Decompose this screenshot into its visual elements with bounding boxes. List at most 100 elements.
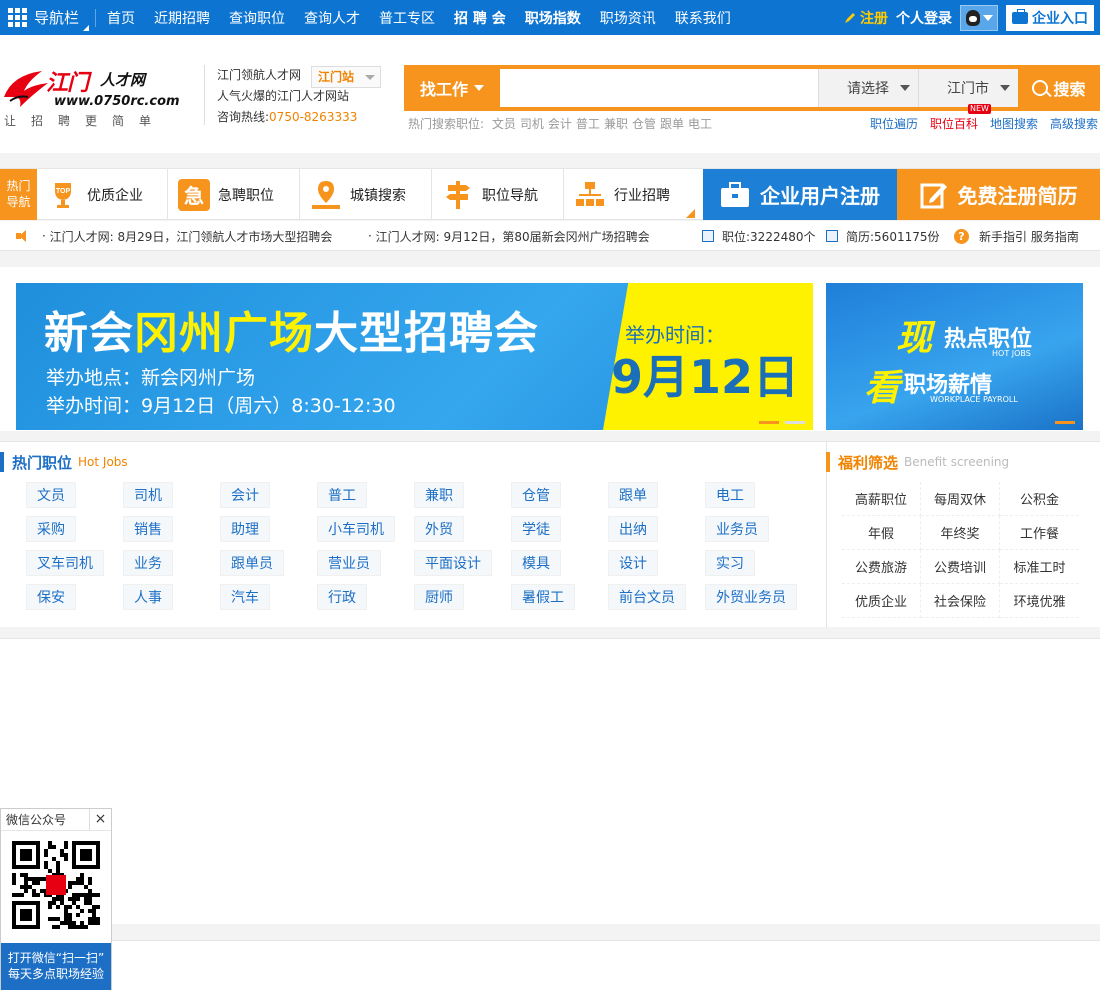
hot-job-tag[interactable]: 汽车: [220, 584, 270, 610]
hot-job-tag[interactable]: 兼职: [414, 482, 464, 508]
pager-dot[interactable]: [1055, 421, 1075, 424]
welfare-filter[interactable]: 公费培训: [921, 550, 1000, 584]
nav-link[interactable]: 职场资讯: [600, 8, 656, 28]
hot-job-tag[interactable]: 出纳: [608, 516, 658, 542]
enterprise-entry-button[interactable]: 企业入口: [1006, 4, 1094, 31]
hot-job-tag[interactable]: 业务: [123, 550, 173, 576]
notice-item-2[interactable]: · 江门人才网: 9月12日，第80届新会冈州广场招聘会: [368, 221, 650, 251]
welfare-filter[interactable]: 优质企业: [842, 584, 921, 618]
cat-industry-hiring[interactable]: 行业招聘: [564, 169, 703, 220]
qq-login-button[interactable]: [960, 4, 998, 31]
nav-link[interactable]: 查询职位: [229, 8, 285, 28]
hot-job-tag[interactable]: 外贸业务员: [705, 584, 797, 610]
hot-job-tag[interactable]: 实习: [705, 550, 755, 576]
hot-job-tag[interactable]: 厨师: [414, 584, 464, 610]
search-mode-select[interactable]: 找工作: [404, 65, 500, 111]
welfare-filter[interactable]: 高薪职位: [842, 482, 921, 516]
hot-job-tag[interactable]: 叉车司机: [26, 550, 104, 576]
search-quick-link[interactable]: 地图搜索: [990, 115, 1038, 132]
search-quick-link[interactable]: 高级搜索: [1050, 115, 1098, 132]
station-select[interactable]: 江门站: [311, 66, 381, 88]
hot-job-tag[interactable]: 电工: [705, 482, 755, 508]
register-link[interactable]: 注册: [843, 8, 888, 28]
hot-job-tag[interactable]: 仓管: [511, 482, 561, 508]
search-quick-link[interactable]: 职位百科 NEW: [930, 104, 991, 132]
search-quick-link[interactable]: 职位遍历: [870, 115, 918, 132]
resume-count: 简历:5601175份: [826, 221, 940, 251]
pager-dot[interactable]: [759, 421, 779, 424]
nav-link[interactable]: 首页: [107, 8, 135, 28]
category-select[interactable]: 请选择: [818, 69, 918, 107]
banner-time: 举办时间：9月12日（周六）8:30-12:30: [46, 395, 396, 417]
wechat-line2: 每天多点职场经验: [7, 967, 104, 981]
welfare-filter[interactable]: 年终奖: [921, 516, 1000, 550]
hot-job-tag[interactable]: 助理: [220, 516, 270, 542]
site-logo[interactable]: 江门 人才网 www.0750rc.com 让招聘更简单: [0, 65, 190, 128]
hot-job-tag[interactable]: 人事: [123, 584, 173, 610]
hot-job-tag[interactable]: 销售: [123, 516, 173, 542]
cat-job-navigation[interactable]: 职位导航: [432, 169, 564, 220]
hot-search-term[interactable]: 普工: [576, 117, 600, 131]
welfare-filter[interactable]: 社会保险: [921, 584, 1000, 618]
hot-nav-label: 热门导航: [0, 169, 37, 220]
hot-job-tag[interactable]: 文员: [26, 482, 76, 508]
enterprise-register-button[interactable]: 企业用户注册: [703, 169, 897, 220]
hot-job-tag[interactable]: 小车司机: [317, 516, 395, 542]
hot-job-tag[interactable]: 外贸: [414, 516, 464, 542]
nav-link[interactable]: 招 聘 会: [454, 8, 506, 28]
welfare-filter[interactable]: 环境优雅: [1000, 584, 1079, 618]
welfare-filter[interactable]: 年假: [842, 516, 921, 550]
hot-job-tag[interactable]: 暑假工: [511, 584, 575, 610]
hot-search-term[interactable]: 兼职: [604, 117, 628, 131]
hot-job-tag[interactable]: 平面设计: [414, 550, 492, 576]
hot-job-tag[interactable]: 会计: [220, 482, 270, 508]
notice-item-1[interactable]: · 江门人才网: 8月29日，江门领航人才市场大型招聘会: [42, 221, 332, 251]
hot-job-tag[interactable]: 采购: [26, 516, 76, 542]
hot-search-term[interactable]: 跟单: [660, 117, 684, 131]
hot-job-tag[interactable]: 模具: [511, 550, 561, 576]
help-links[interactable]: ? 新手指引 服务指南: [954, 221, 1079, 251]
hot-job-tag[interactable]: 行政: [317, 584, 367, 610]
search-button[interactable]: 搜索: [1018, 65, 1100, 111]
nav-link[interactable]: 普工专区: [379, 8, 435, 28]
hot-job-tag[interactable]: 营业员: [317, 550, 381, 576]
search-input[interactable]: [500, 69, 818, 107]
pager-dot[interactable]: [785, 421, 805, 424]
hot-search-term[interactable]: 电工: [688, 117, 712, 131]
close-icon[interactable]: ×: [89, 809, 111, 831]
nav-link[interactable]: 联系我们: [675, 8, 731, 28]
cat-town-search[interactable]: 城镇搜索: [300, 169, 432, 220]
hot-job-tag[interactable]: 保安: [26, 584, 76, 610]
hot-search-term[interactable]: 司机: [520, 117, 544, 131]
nav-link[interactable]: 查询人才: [304, 8, 360, 28]
main-banner[interactable]: 新会冈州广场大型招聘会 举办地点：新会冈州广场 举办时间：9月12日（周六）8:…: [16, 283, 813, 430]
hot-job-tag[interactable]: 业务员: [705, 516, 769, 542]
welfare-filter[interactable]: 每周双休: [921, 482, 1000, 516]
hot-job-tag[interactable]: 司机: [123, 482, 173, 508]
resume-register-button[interactable]: 免费注册简历: [897, 169, 1100, 220]
nav-menu-toggle[interactable]: 导航栏: [8, 0, 90, 35]
welfare-filter[interactable]: 标准工时: [1000, 550, 1079, 584]
personal-login-link[interactable]: 个人登录: [896, 8, 952, 28]
hot-job-tag[interactable]: 设计: [608, 550, 658, 576]
hot-job-tag[interactable]: 跟单员: [220, 550, 284, 576]
side-banner[interactable]: 现 热点职位 HOT JOBS 看 职场薪情 WORKPLACE PAYROLL: [826, 283, 1083, 430]
hot-search-term[interactable]: 文员: [492, 117, 516, 131]
welfare-filter[interactable]: 公费旅游: [842, 550, 921, 584]
cat-urgent-jobs[interactable]: 急 急聘职位: [168, 169, 300, 220]
nav-link[interactable]: 近期招聘: [154, 8, 210, 28]
banner-pager[interactable]: [759, 421, 805, 424]
welfare-title-cn: 福利筛选: [838, 453, 899, 472]
hot-job-tag[interactable]: 前台文员: [608, 584, 686, 610]
hot-job-tag[interactable]: 学徒: [511, 516, 561, 542]
hot-search-term[interactable]: 会计: [548, 117, 572, 131]
hot-job-tag[interactable]: 跟单: [608, 482, 658, 508]
nav-link[interactable]: 职场指数: [525, 8, 581, 28]
chevron-down-icon: [982, 14, 993, 21]
cat-quality-companies[interactable]: TOP 优质企业: [37, 169, 168, 220]
city-select[interactable]: 江门市: [918, 69, 1018, 107]
welfare-filter[interactable]: 工作餐: [1000, 516, 1079, 550]
hot-job-tag[interactable]: 普工: [317, 482, 367, 508]
welfare-filter[interactable]: 公积金: [1000, 482, 1079, 516]
hot-search-term[interactable]: 仓管: [632, 117, 656, 131]
